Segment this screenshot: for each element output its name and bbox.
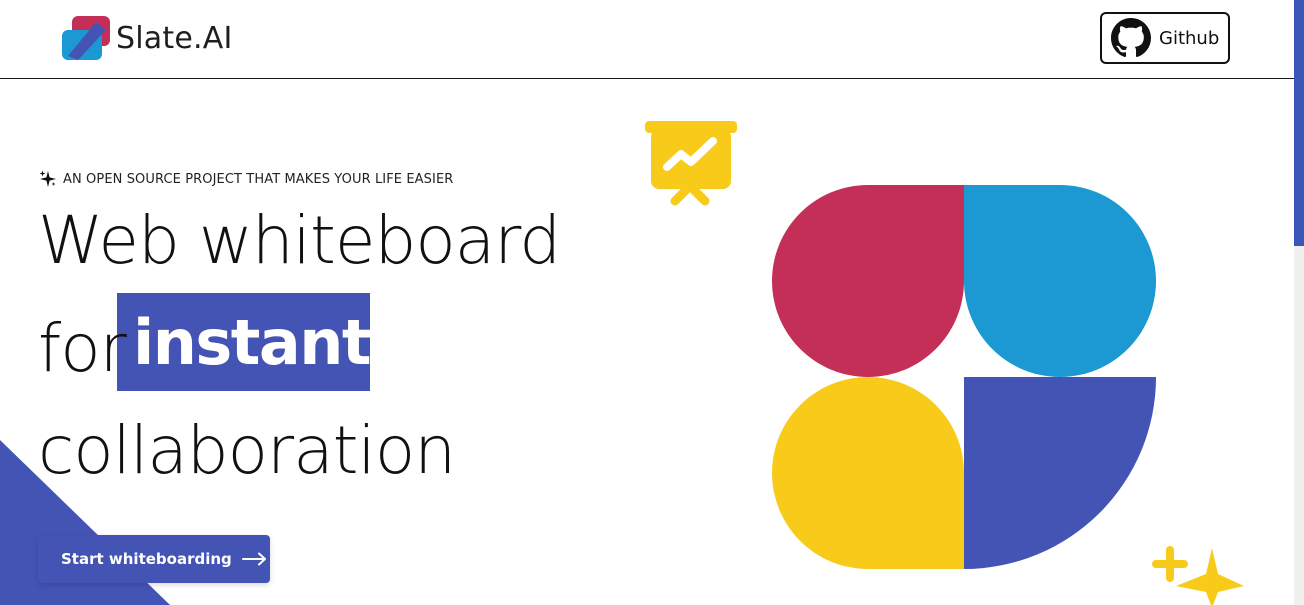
- blue-petal-shape: [964, 185, 1156, 377]
- headline-line-1: Web whiteboard: [38, 202, 561, 279]
- sparkle-star-icon: [1152, 546, 1244, 605]
- start-whiteboarding-button[interactable]: Start whiteboarding: [38, 535, 270, 583]
- headline-line-3: collaboration: [38, 412, 456, 489]
- yellow-petal-shape: [772, 377, 964, 569]
- headline-line-2-prefix: for: [38, 310, 127, 387]
- sparkle-icon: [39, 170, 56, 187]
- brand-name: Slate.AI: [116, 20, 233, 56]
- arrow-right-icon: [241, 552, 266, 566]
- red-petal-shape: [772, 185, 964, 377]
- tagline: AN OPEN SOURCE PROJECT THAT MAKES YOUR L…: [39, 170, 453, 188]
- brand-link[interactable]: Slate.AI: [62, 16, 233, 60]
- indigo-quarter-shape: [964, 377, 1156, 569]
- site-header: Slate.AI Github: [0, 0, 1294, 79]
- github-button[interactable]: Github: [1100, 12, 1230, 64]
- slate-logo-icon: [62, 16, 110, 60]
- headline-highlight-word: instant: [133, 306, 372, 379]
- cta-label: Start whiteboarding: [61, 550, 232, 568]
- corner-card: [1142, 537, 1294, 605]
- github-icon: [1111, 18, 1151, 58]
- scrollbar-thumb[interactable]: [1294, 0, 1304, 246]
- presentation-chart-icon: [645, 121, 737, 206]
- github-label: Github: [1159, 27, 1220, 49]
- tagline-text: AN OPEN SOURCE PROJECT THAT MAKES YOUR L…: [63, 171, 454, 187]
